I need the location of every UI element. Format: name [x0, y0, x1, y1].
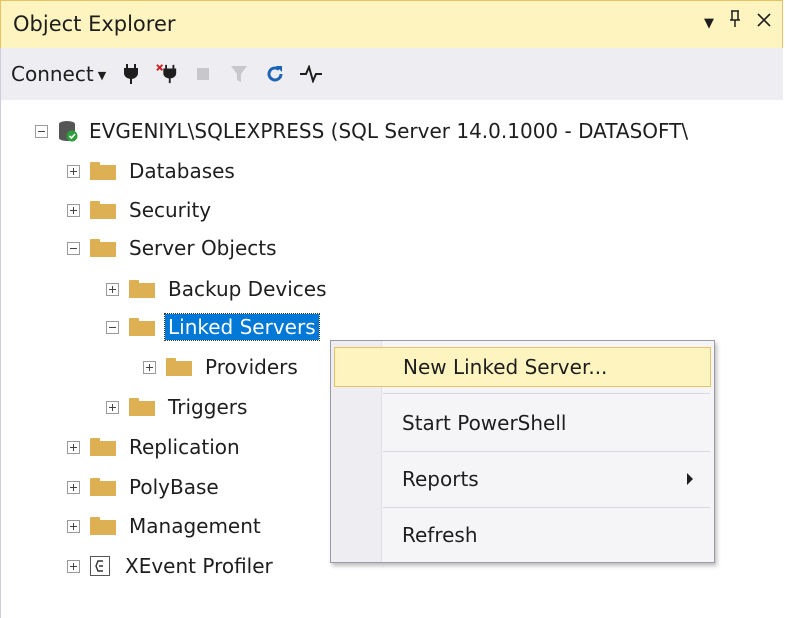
- menu-separator: [383, 451, 710, 452]
- tree-node-label: Databases: [129, 159, 235, 183]
- context-menu: New Linked Server... Start PowerShell Re…: [330, 340, 715, 563]
- tree-node-label: EVGENIYL\SQLEXPRESS (SQL Server 14.0.100…: [89, 119, 689, 143]
- folder-icon: [90, 478, 116, 496]
- tree-node-label: Security: [129, 198, 212, 222]
- submenu-arrow-icon: [687, 473, 693, 485]
- collapse-icon[interactable]: [106, 320, 119, 334]
- tree-node-label-selected: Linked Servers: [164, 313, 320, 341]
- menu-item-reports[interactable]: Reports: [334, 459, 711, 499]
- folder-icon: [90, 438, 116, 456]
- disconnect-plug-icon[interactable]: [156, 63, 178, 85]
- expand-icon[interactable]: [143, 360, 156, 374]
- menu-item-label: Start PowerShell: [402, 411, 567, 435]
- activity-monitor-icon[interactable]: [300, 63, 323, 85]
- menu-item-label: Reports: [402, 467, 479, 491]
- tree-node-label: Backup Devices: [168, 277, 327, 301]
- tree-node-label: XEvent Profiler: [125, 554, 273, 578]
- collapse-icon[interactable]: [35, 124, 48, 138]
- tree-node-server[interactable]: EVGENIYL\SQLEXPRESS (SQL Server 14.0.100…: [35, 114, 691, 148]
- close-icon[interactable]: [756, 9, 772, 33]
- window-position-dropdown-icon[interactable]: ▼: [704, 16, 714, 31]
- menu-item-refresh[interactable]: Refresh: [334, 515, 711, 555]
- folder-icon: [129, 398, 155, 416]
- tree-node-security[interactable]: Security: [67, 193, 214, 227]
- connect-label: Connect: [11, 62, 94, 86]
- expand-icon[interactable]: [106, 400, 119, 414]
- menu-item-new-linked-server[interactable]: New Linked Server...: [334, 347, 711, 387]
- tree-node-backup-devices[interactable]: Backup Devices: [106, 272, 330, 306]
- menu-item-label: Refresh: [402, 523, 478, 547]
- tree-node-xevent-profiler[interactable]: XEvent Profiler: [67, 549, 276, 583]
- window-title: Object Explorer: [13, 12, 176, 36]
- tree-node-databases[interactable]: Databases: [67, 154, 238, 188]
- object-explorer-titlebar: Object Explorer ▼: [0, 0, 783, 48]
- expand-icon[interactable]: [67, 440, 80, 454]
- tree-node-replication[interactable]: Replication: [67, 430, 243, 464]
- tree-node-label: Replication: [129, 435, 240, 459]
- expand-icon[interactable]: [67, 559, 80, 573]
- tree-node-server-objects[interactable]: Server Objects: [67, 231, 280, 265]
- tree-node-providers[interactable]: Providers: [143, 350, 301, 384]
- xevent-profiler-icon: [90, 556, 110, 576]
- tree-node-triggers[interactable]: Triggers: [106, 390, 250, 424]
- tree-node-label: Triggers: [168, 395, 248, 419]
- folder-icon: [90, 162, 116, 180]
- object-explorer-toolbar: Connect ▼: [0, 48, 783, 100]
- tree-node-linked-servers[interactable]: Linked Servers: [106, 310, 320, 344]
- menu-separator: [383, 393, 710, 394]
- folder-icon: [90, 201, 116, 219]
- menu-item-start-powershell[interactable]: Start PowerShell: [334, 403, 711, 443]
- expand-icon[interactable]: [106, 282, 119, 296]
- tree-node-label: Providers: [205, 355, 298, 379]
- folder-icon: [166, 358, 192, 376]
- expand-icon[interactable]: [67, 480, 80, 494]
- folder-icon: [90, 517, 116, 535]
- folder-icon: [129, 318, 155, 336]
- expand-icon[interactable]: [67, 164, 80, 178]
- tree-node-management[interactable]: Management: [67, 509, 264, 543]
- filter-icon[interactable]: [228, 63, 250, 85]
- tree-node-polybase[interactable]: PolyBase: [67, 470, 222, 504]
- expand-icon[interactable]: [67, 203, 80, 217]
- folder-icon: [90, 239, 116, 257]
- collapse-icon[interactable]: [67, 241, 80, 255]
- stop-icon[interactable]: [192, 63, 214, 85]
- tree-node-label: Management: [129, 514, 261, 538]
- refresh-icon[interactable]: [264, 63, 286, 85]
- connect-button[interactable]: Connect ▼: [11, 62, 106, 86]
- tree-node-label: Server Objects: [129, 236, 277, 260]
- folder-icon: [129, 280, 155, 298]
- expand-icon[interactable]: [67, 519, 80, 533]
- tree-node-label: PolyBase: [129, 475, 219, 499]
- menu-item-label: New Linked Server...: [403, 355, 608, 379]
- server-icon: [59, 121, 78, 142]
- pin-icon[interactable]: [728, 9, 742, 33]
- connect-plug-icon[interactable]: [120, 63, 142, 85]
- menu-separator: [383, 507, 710, 508]
- connect-dropdown-icon: ▼: [97, 69, 107, 82]
- title-controls: ▼: [704, 9, 772, 33]
